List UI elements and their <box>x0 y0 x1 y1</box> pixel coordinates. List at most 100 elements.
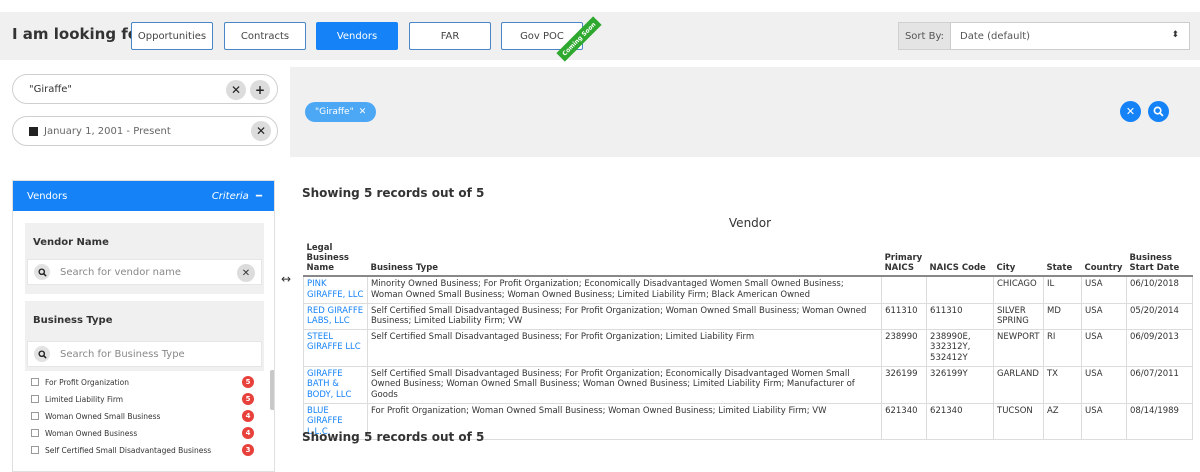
naics-code-cell <box>926 275 994 304</box>
date-range-input[interactable]: January 1, 2001 - Present <box>12 116 278 146</box>
column-header[interactable]: City <box>993 242 1044 278</box>
search-icon <box>34 264 50 280</box>
business-type-cell: Self Certified Small Disadvantaged Busin… <box>366 302 883 330</box>
count-badge: 4 <box>242 427 254 439</box>
criteria-label: Criteria <box>211 190 249 202</box>
resize-handle-icon[interactable]: ↔ <box>281 272 291 286</box>
criteria-panel-title: Vendors <box>27 190 68 202</box>
sort-select[interactable]: Date (default) ⬍ <box>950 22 1190 50</box>
naics-code-cell: 621340 <box>926 402 994 441</box>
business-type-cell: Self Certified Small Disadvantaged Busin… <box>366 365 883 404</box>
start-date-cell: 08/14/1989 <box>1125 402 1194 441</box>
column-header[interactable]: Primary NAICS <box>881 242 927 278</box>
column-header[interactable]: Country <box>1081 242 1127 278</box>
clear-vendor-name-button[interactable]: ✕ <box>237 264 255 282</box>
table-row: GIRAFFE BATH & BODY, LLC Self Certified … <box>303 365 1194 404</box>
business-type-title: Business Type <box>33 315 113 326</box>
filter-chip-label: "Giraffe" <box>315 107 354 117</box>
business-type-option[interactable]: Limited Liability Firm 5 <box>31 392 256 406</box>
tab-far[interactable]: FAR <box>409 22 491 50</box>
business-type-placeholder: Search for Business Type <box>60 348 185 360</box>
filter-chip[interactable]: "Giraffe" ✕ <box>305 102 377 122</box>
vendor-link[interactable]: RED GIRAFFE LABS, LLC <box>303 302 368 330</box>
business-type-option[interactable]: Self Certified Small Disadvantaged Busin… <box>31 443 256 457</box>
table-header-row: Legal Business Name Business Type Primar… <box>303 242 1193 278</box>
vendor-name-placeholder: Search for vendor name <box>60 266 181 278</box>
criteria-panel-header[interactable]: Vendors Criteria ━ <box>13 181 274 211</box>
column-header[interactable]: Business Type <box>367 242 882 278</box>
vendor-link[interactable]: PINK GIRAFFE, LLC <box>303 275 368 304</box>
column-header[interactable]: Legal Business Name <box>303 242 368 278</box>
checkbox[interactable] <box>31 378 39 386</box>
primary-naics-cell: 238990 <box>881 328 928 367</box>
business-type-cell: Self Certified Small Disadvantaged Busin… <box>366 328 883 367</box>
column-header[interactable]: Business Start Date <box>1126 242 1193 278</box>
search-type-bar: I am looking for ... Opportunities Contr… <box>0 12 1200 62</box>
sort-select-value: Date (default) <box>960 30 1031 42</box>
active-filters-area: "Giraffe" ✕ ✕ <box>290 67 1200 157</box>
search-button[interactable] <box>1148 101 1169 122</box>
vendor-name-search[interactable]: Search for vendor name ✕ <box>27 259 262 285</box>
checkbox[interactable] <box>31 429 39 437</box>
tab-opportunities[interactable]: Opportunities <box>131 22 213 50</box>
tab-vendors[interactable]: Vendors <box>316 22 398 50</box>
records-count-bottom: Showing 5 records out of 5 <box>302 430 485 444</box>
column-header[interactable]: NAICS Code <box>926 242 994 278</box>
clear-date-button[interactable]: ✕ <box>251 121 271 141</box>
city-cell: SILVER SPRING <box>993 302 1044 330</box>
results-table-title: Vendor <box>728 216 772 230</box>
vendor-link[interactable]: GIRAFFE BATH & BODY, LLC <box>303 365 368 404</box>
count-badge: 5 <box>242 393 254 405</box>
search-icon <box>34 346 50 362</box>
business-type-search[interactable]: Search for Business Type <box>27 341 262 367</box>
count-badge: 4 <box>242 410 254 422</box>
checkbox[interactable] <box>31 446 39 454</box>
table-row: RED GIRAFFE LABS, LLC Self Certified Sma… <box>303 302 1194 330</box>
state-cell: IL <box>1042 275 1082 304</box>
city-cell: NEWPORT <box>993 328 1044 367</box>
business-type-list: For Profit Organization 5 Limited Liabil… <box>25 371 264 471</box>
city-cell: GARLAND <box>993 365 1044 404</box>
list-scrollbar[interactable] <box>270 370 274 410</box>
tab-contracts[interactable]: Contracts <box>224 22 306 50</box>
naics-code-cell: 611310 <box>926 302 994 330</box>
naics-code-cell: 326199Y <box>926 365 994 404</box>
chip-close-icon[interactable]: ✕ <box>359 107 367 117</box>
count-badge: 3 <box>242 444 254 456</box>
count-badge: 5 <box>242 376 254 388</box>
add-keyword-button[interactable]: + <box>250 80 270 100</box>
start-date-cell: 05/20/2014 <box>1125 302 1194 330</box>
business-type-section: Business Type Search for Business Type <box>25 301 264 371</box>
keyword-value: "Giraffe" <box>29 83 73 95</box>
vendor-link[interactable]: STEEL GIRAFFE LLC <box>303 328 368 367</box>
select-caret-icon: ⬍ <box>1171 30 1179 40</box>
search-icon <box>1153 106 1164 117</box>
checkbox[interactable] <box>31 395 39 403</box>
city-cell: CHICAGO <box>993 275 1044 304</box>
column-header[interactable]: State <box>1043 242 1082 278</box>
state-cell: AZ <box>1042 402 1082 441</box>
state-cell: MD <box>1042 302 1082 330</box>
clear-keyword-button[interactable]: ✕ <box>226 80 246 100</box>
country-cell: USA <box>1080 328 1127 367</box>
table-row: PINK GIRAFFE, LLC Minority Owned Busines… <box>303 275 1194 304</box>
clear-all-button[interactable]: ✕ <box>1120 101 1141 122</box>
checkbox[interactable] <box>31 412 39 420</box>
table-row: STEEL GIRAFFE LLC Self Certified Small D… <box>303 328 1194 367</box>
business-type-option[interactable]: Woman Owned Business 4 <box>31 426 256 440</box>
city-cell: TUCSON <box>993 402 1044 441</box>
collapse-icon[interactable]: ━ <box>256 191 262 202</box>
vendor-results-table: Legal Business Name Business Type Primar… <box>303 242 1194 441</box>
country-cell: USA <box>1080 302 1127 330</box>
primary-naics-cell <box>881 275 928 304</box>
business-type-option[interactable]: For Profit Organization 5 <box>31 375 256 389</box>
business-type-cell: Minority Owned Business; For Profit Orga… <box>366 275 883 304</box>
primary-naics-cell: 611310 <box>881 302 928 330</box>
primary-naics-cell: 326199 <box>881 365 928 404</box>
business-type-option[interactable]: Woman Owned Small Business 4 <box>31 409 256 423</box>
vendor-name-section: Vendor Name Search for vendor name ✕ <box>25 223 264 294</box>
start-date-cell: 06/07/2011 <box>1125 365 1194 404</box>
calendar-icon <box>29 126 38 136</box>
records-count-top: Showing 5 records out of 5 <box>302 186 485 200</box>
country-cell: USA <box>1080 365 1127 404</box>
